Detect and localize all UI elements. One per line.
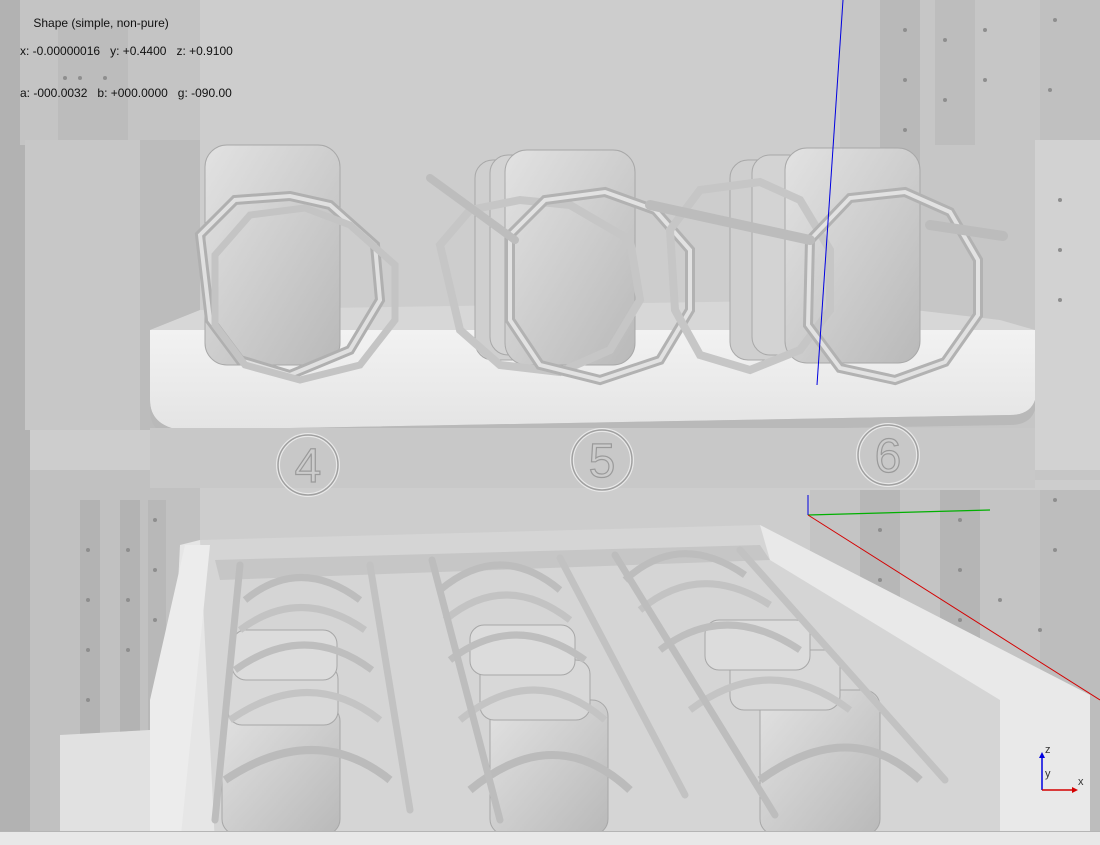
angle-a: a: -000.0032 bbox=[20, 86, 88, 100]
angle-b: b: +000.0000 bbox=[97, 86, 168, 100]
slot-5-label: 5 bbox=[589, 435, 616, 488]
slot-6-label: 6 bbox=[875, 430, 902, 483]
window-bottom-edge bbox=[0, 831, 1100, 845]
coord-x: x: -0.00000016 bbox=[20, 44, 101, 58]
coord-y: y: +0.4400 bbox=[110, 44, 167, 58]
axis-gizmo: z y x bbox=[1032, 740, 1092, 800]
status-readout: Shape (simple, non-pure) x: -0.00000016 y… bbox=[20, 2, 243, 128]
angle-g: g: -090.00 bbox=[177, 86, 232, 100]
gizmo-y-label: y bbox=[1045, 768, 1051, 780]
slot-4-label: 4 bbox=[295, 440, 322, 493]
3d-viewport[interactable]: 4 5 6 Shape (simple, non-pure) x: -0.000… bbox=[0, 0, 1100, 845]
angle-readout: a: -000.0032 b: +000.0000 g: -090.00 bbox=[20, 86, 243, 100]
gizmo-z-label: z bbox=[1045, 744, 1051, 756]
coord-z: z: +0.9100 bbox=[176, 44, 233, 58]
shape-label: Shape (simple, non-pure) bbox=[33, 16, 169, 30]
axis-gizmo-icon bbox=[1039, 752, 1078, 793]
gizmo-x-label: x bbox=[1078, 776, 1084, 788]
position-readout: x: -0.00000016 y: +0.4400 z: +0.9100 bbox=[20, 44, 243, 58]
